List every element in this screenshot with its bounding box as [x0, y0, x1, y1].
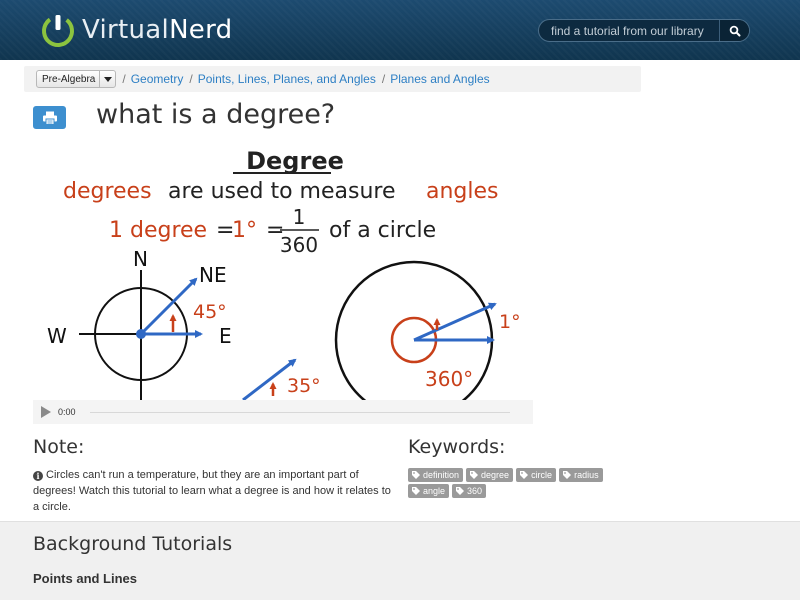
subject-select-value: Pre-Algebra	[42, 73, 96, 85]
formula-denominator: 360	[280, 233, 318, 257]
circle-angle-360: 360°	[425, 367, 473, 391]
compass-diagram	[79, 270, 297, 400]
play-button[interactable]	[41, 406, 53, 418]
note-text: Circles can't run a temperature, but the…	[33, 469, 391, 513]
chevron-down-icon	[99, 71, 115, 87]
virtualnerd-logo[interactable]: VirtualNerd	[40, 10, 232, 50]
tag-icon	[470, 471, 479, 479]
tag-icon	[412, 487, 420, 495]
video-phrase-used-to-measure: are used to measure	[168, 179, 396, 204]
tag-icon	[412, 471, 420, 479]
video-time: 0:00	[58, 407, 76, 417]
search-box	[538, 19, 750, 42]
compass-label-ne: NE	[199, 263, 227, 287]
video-frame: Degree degrees are used to measure angle…	[47, 147, 521, 400]
keyword-tag-radius[interactable]: radius	[559, 468, 603, 482]
info-icon: i	[33, 471, 43, 481]
video-word-degrees: degrees	[63, 179, 152, 204]
keyword-tag-circle[interactable]: circle	[516, 468, 557, 482]
formula-one-degree: 1 degree	[109, 218, 207, 243]
breadcrumb-separator: /	[122, 72, 126, 86]
keyword-tag-label: definition	[423, 470, 460, 480]
keyword-tag-degree[interactable]: degree	[466, 468, 514, 482]
breadcrumb: Pre-Algebra / Geometry / Points, Lines, …	[24, 66, 641, 92]
tag-icon	[456, 487, 465, 495]
site-header: VirtualNerd	[0, 0, 800, 60]
print-button[interactable]	[33, 106, 66, 129]
video-word-angles: angles	[426, 179, 499, 204]
compass-label-n: N	[133, 247, 148, 271]
breadcrumb-separator: /	[189, 72, 193, 86]
keyword-tag-360[interactable]: 360	[452, 484, 487, 498]
logo-word-virtual: Virtual	[82, 15, 170, 45]
background-tutorial-item[interactable]: Points and Lines	[33, 571, 137, 586]
video-player[interactable]: Degree degrees are used to measure angle…	[33, 142, 533, 424]
compass-label-w: W	[47, 324, 67, 348]
keywords-heading: Keywords:	[408, 436, 506, 458]
tag-icon	[520, 471, 529, 479]
printer-icon	[42, 111, 57, 125]
compass-angle-45: 45°	[193, 301, 227, 323]
circle-angle-1: 1°	[499, 311, 521, 333]
power-logo-icon	[42, 14, 74, 47]
compass-label-e: E	[219, 324, 232, 348]
breadcrumb-link-planes-angles[interactable]: Planes and Angles	[390, 72, 489, 86]
logo-word-nerd: Nerd	[169, 15, 233, 45]
keyword-tags: definition degree circle radius angle 36…	[408, 468, 628, 498]
logo-wordmark: VirtualNerd	[82, 15, 232, 45]
formula-one-degree-symbol: 1°	[232, 218, 257, 243]
page-title: what is a degree?	[96, 99, 336, 130]
breadcrumb-link-points-lines[interactable]: Points, Lines, Planes, and Angles	[198, 72, 376, 86]
video-controls: 0:00	[33, 400, 533, 424]
keyword-tag-label: circle	[531, 470, 553, 480]
formula-numerator: 1	[293, 205, 306, 229]
compass-angle-35: 35°	[287, 375, 321, 397]
video-progress-bar[interactable]	[89, 411, 510, 413]
keyword-tag-definition[interactable]: definition	[408, 468, 464, 482]
video-heading: Degree	[246, 147, 344, 175]
background-tutorials-heading: Background Tutorials	[33, 533, 233, 555]
search-icon	[729, 25, 740, 36]
note-heading: Note:	[33, 436, 85, 458]
note-text-block: i Circles can't run a temperature, but th…	[33, 467, 395, 515]
keyword-tag-label: angle	[423, 486, 446, 496]
background-tutorials-section: Background Tutorials Points and Lines	[0, 521, 800, 600]
formula-of-a-circle: of a circle	[329, 218, 436, 243]
keyword-tag-label: radius	[574, 470, 599, 480]
search-input[interactable]	[539, 20, 721, 41]
keyword-tag-label: 360	[467, 486, 483, 496]
keyword-tag-angle[interactable]: angle	[408, 484, 450, 498]
subject-select[interactable]: Pre-Algebra	[36, 70, 117, 88]
breadcrumb-link-geometry[interactable]: Geometry	[131, 72, 184, 86]
breadcrumb-separator: /	[381, 72, 386, 86]
keyword-tag-label: degree	[481, 470, 510, 480]
tag-icon	[563, 471, 572, 479]
play-icon	[41, 406, 51, 418]
search-button[interactable]	[719, 20, 749, 41]
